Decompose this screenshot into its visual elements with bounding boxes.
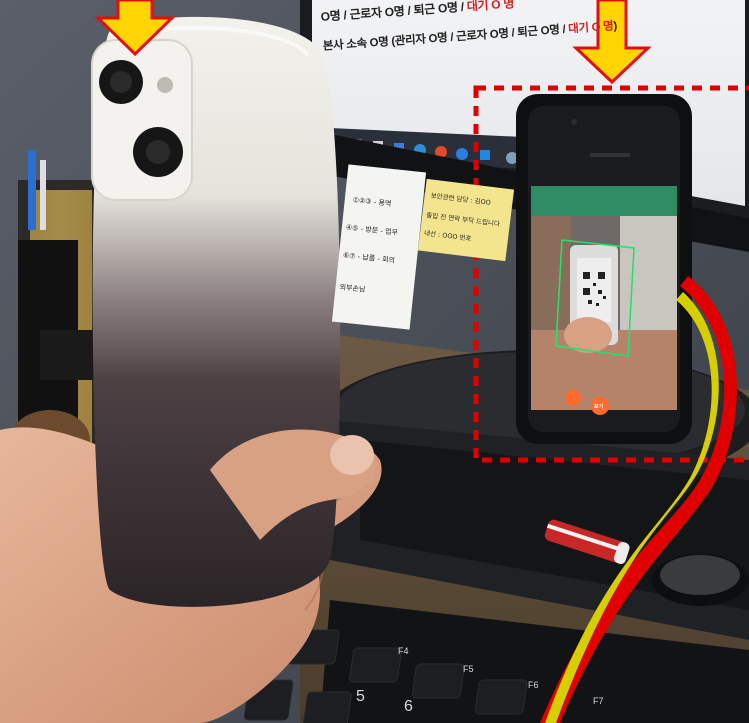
monitor-line2-suffix: ) <box>613 20 618 33</box>
sticky-note-white: ①②③ - 용역 ④⑤ - 방문 - 업무 ⑥⑦ - 납품 - 회의 외부손님 <box>331 164 427 330</box>
monitor-line1-text: O명 / 근로자 O명 / 퇴근 O명 / <box>320 0 468 24</box>
monitor-status-line-1: O명 / 근로자 O명 / 퇴근 O명 / 대기 O 명 <box>320 0 514 25</box>
monitor-line2-text: 본사 소속 O명 (관리자 O명 / 근로자 O명 / 퇴근 O명 / <box>322 23 569 53</box>
monitor-line1-waiting: 대기 O 명 <box>466 0 515 14</box>
sticky-white-line-4: 외부손님 <box>339 283 366 294</box>
key-f4-label: F4 <box>398 646 409 656</box>
key-f5-label: F5 <box>463 664 474 674</box>
monitor-status-line-2: 본사 소속 O명 (관리자 O명 / 근로자 O명 / 퇴근 O명 / 대기 O… <box>322 17 617 54</box>
key-6-label: 6 <box>404 698 413 715</box>
sticky-note-yellow: 보안관련 담당 : 김OO 출입 전 연락 부탁 드립니다 내선 : OOO 번… <box>417 178 515 262</box>
phone-view-button-label: 보기 <box>594 404 604 410</box>
sticky-white-line-3: ⑥⑦ - 납품 - 회의 <box>342 251 396 265</box>
sticky-yellow-line-1: 보안관련 담당 : 김OO <box>430 191 492 207</box>
monitor-line2-waiting: 대기 O 명 <box>567 20 614 36</box>
key-f7-label: F7 <box>593 696 604 706</box>
sticky-yellow-line-3: 내선 : OOO 번호 <box>423 229 472 243</box>
photo-background <box>0 0 749 723</box>
key-5-label: 5 <box>356 688 365 705</box>
sticky-white-line-2: ④⑤ - 방문 - 업무 <box>345 223 399 237</box>
key-f6-label: F6 <box>528 680 539 690</box>
photo-scene: O명 / 근로자 O명 / 퇴근 O명 / 대기 O 명 본사 소속 O명 (관… <box>0 0 749 723</box>
sticky-white-line-1: ①②③ - 용역 <box>352 196 392 209</box>
sticky-yellow-line-2: 출입 전 연락 부탁 드립니다 <box>425 211 501 229</box>
